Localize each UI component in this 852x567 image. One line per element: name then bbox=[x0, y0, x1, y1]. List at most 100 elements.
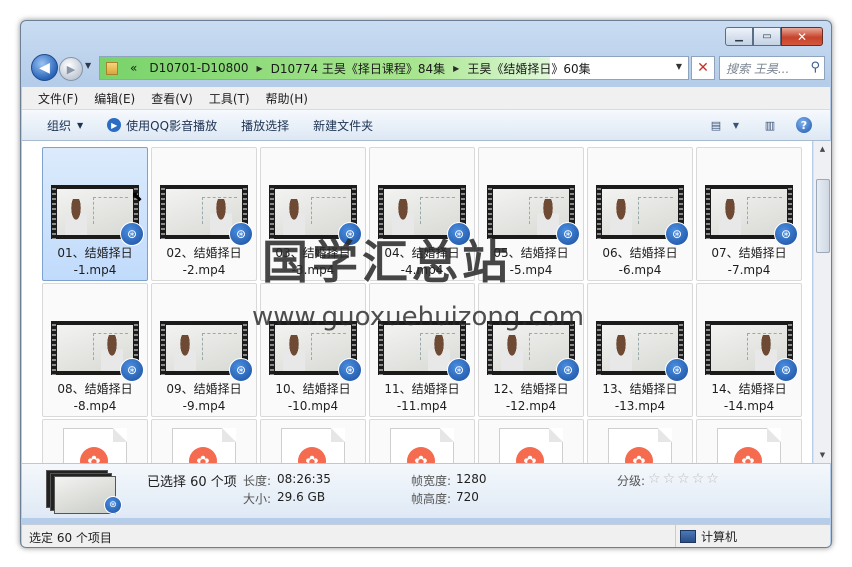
maximize-button[interactable]: ▭ bbox=[753, 27, 781, 46]
file-item[interactable]: ⊛ 02、结婚择日 -2.mp4 bbox=[151, 147, 257, 281]
menu-file[interactable]: 文件(F) bbox=[38, 90, 78, 107]
menu-edit[interactable]: 编辑(E) bbox=[94, 90, 135, 107]
address-dropdown-icon[interactable]: ▼ bbox=[676, 62, 682, 71]
video-badge-icon: ⊛ bbox=[229, 358, 253, 382]
selection-count: 已选择 60 个项 bbox=[147, 475, 237, 490]
search-icon[interactable]: ⚲ bbox=[810, 60, 820, 75]
file-name: 12、结婚择日 -12.mp4 bbox=[493, 382, 569, 413]
breadcrumb-item-2[interactable]: D10774 王昊《择日课程》84集 bbox=[271, 60, 446, 77]
page-fold bbox=[222, 428, 236, 442]
page-fold bbox=[331, 428, 345, 442]
file-item[interactable]: ⊛ 01、结婚择日 -1.mp4 bbox=[42, 147, 148, 281]
size-label: 大小: bbox=[243, 492, 272, 506]
media-file-icon: ✿ bbox=[172, 428, 236, 463]
rating-star-icon[interactable]: ☆ bbox=[663, 472, 676, 486]
file-item[interactable]: ✿ bbox=[696, 419, 802, 463]
search-box[interactable]: 搜索 王昊... ⚲ bbox=[719, 56, 825, 80]
qq-player-logo-icon: ✿ bbox=[516, 447, 544, 463]
file-name: 06、结婚择日 -6.mp4 bbox=[602, 246, 678, 277]
media-file-icon: ✿ bbox=[608, 428, 672, 463]
file-item[interactable]: ⊛ 09、结婚择日 -9.mp4 bbox=[151, 283, 257, 417]
stop-button[interactable]: ✕ bbox=[691, 56, 715, 80]
address-bar[interactable]: « D10701-D10800 ▶ D10774 王昊《择日课程》84集 ▶ 王… bbox=[99, 56, 689, 80]
video-badge-icon: ⊛ bbox=[774, 358, 798, 382]
presenter bbox=[719, 199, 741, 235]
recent-pages-dropdown[interactable]: ▼ bbox=[85, 61, 91, 70]
search-input[interactable]: 搜索 王昊... bbox=[726, 60, 789, 77]
video-badge-icon: ⊛ bbox=[556, 222, 580, 246]
frame-width-label: 帧宽度: bbox=[411, 474, 452, 488]
breadcrumb-overflow[interactable]: « bbox=[130, 61, 137, 75]
play-with-qq-button[interactable]: ▶ 使用QQ影音播放 bbox=[107, 117, 217, 134]
file-name: 02、结婚择日 -2.mp4 bbox=[166, 246, 242, 277]
file-item[interactable]: ✿ bbox=[42, 419, 148, 463]
file-name: 07、结婚择日 -7.mp4 bbox=[711, 246, 787, 277]
file-item[interactable]: ⊛ 13、结婚择日 -13.mp4 bbox=[587, 283, 693, 417]
file-item[interactable]: ⊛ 08、结婚择日 -8.mp4 bbox=[42, 283, 148, 417]
mouse-cursor-icon: ⬉ bbox=[131, 189, 143, 205]
rating-star-icon[interactable]: ☆ bbox=[648, 472, 661, 486]
menu-view[interactable]: 查看(V) bbox=[151, 90, 193, 107]
menu-help[interactable]: 帮助(H) bbox=[266, 90, 308, 107]
status-selection-text: 选定 60 个项目 bbox=[29, 531, 112, 545]
play-selection-button[interactable]: 播放选择 bbox=[241, 117, 289, 134]
whiteboard bbox=[93, 197, 128, 224]
back-button[interactable]: ◀ bbox=[31, 54, 58, 81]
scrollbar-thumb[interactable] bbox=[816, 179, 830, 253]
file-item[interactable]: ✿ bbox=[587, 419, 693, 463]
play-with-qq-label: 使用QQ影音播放 bbox=[126, 118, 218, 133]
rating-stars[interactable]: ☆ ☆ ☆ ☆ ☆ bbox=[648, 472, 721, 486]
preview-pane-icon[interactable]: ▥ bbox=[762, 118, 778, 132]
file-item[interactable]: ✿ bbox=[151, 419, 257, 463]
menu-tools[interactable]: 工具(T) bbox=[209, 90, 250, 107]
rating-star-icon[interactable]: ☆ bbox=[706, 472, 719, 486]
file-name: 09、结婚择日 -9.mp4 bbox=[166, 382, 242, 413]
media-file-icon: ✿ bbox=[717, 428, 781, 463]
file-name: 01、结婚择日 -1.mp4 bbox=[57, 246, 133, 277]
file-item[interactable]: ⊛ 14、结婚择日 -14.mp4 bbox=[696, 283, 802, 417]
new-folder-button[interactable]: 新建文件夹 bbox=[313, 117, 373, 134]
page-fold bbox=[113, 428, 127, 442]
video-badge-icon: ⊛ bbox=[665, 222, 689, 246]
breadcrumb-item-3[interactable]: 王昊《结婚择日》60集 bbox=[467, 60, 590, 77]
file-item[interactable]: ⊛ 06、结婚择日 -6.mp4 bbox=[587, 147, 693, 281]
qq-player-logo-icon: ✿ bbox=[625, 447, 653, 463]
file-item[interactable]: ✿ bbox=[260, 419, 366, 463]
minimize-button[interactable]: ▁ bbox=[725, 27, 753, 46]
forward-button[interactable]: ▶ bbox=[59, 57, 83, 81]
command-bar-right: ▤ ▼ ▥ ? bbox=[708, 110, 830, 140]
qq-player-logo-icon: ✿ bbox=[407, 447, 435, 463]
breadcrumb-item-1[interactable]: D10701-D10800 bbox=[149, 61, 248, 75]
caption-buttons: ▁ ▭ ✕ bbox=[725, 27, 823, 46]
scroll-up-icon[interactable]: ▲ bbox=[814, 141, 831, 157]
whiteboard bbox=[747, 197, 782, 224]
file-name: 10、结婚择日 -10.mp4 bbox=[275, 382, 351, 413]
file-item[interactable]: ✿ bbox=[369, 419, 475, 463]
qq-player-logo-icon: ✿ bbox=[80, 447, 108, 463]
film-perforation bbox=[597, 321, 601, 375]
size-value: 29.6 GB bbox=[277, 490, 326, 504]
details-pane: ⊛ 已选择 60 个项 长度: 08:26:35 大小: 29.6 GB 帧宽度… bbox=[22, 463, 830, 518]
rating-star-icon[interactable]: ☆ bbox=[677, 472, 690, 486]
views-icon[interactable]: ▤ bbox=[708, 118, 724, 132]
whiteboard bbox=[638, 197, 673, 224]
file-item[interactable]: ⊛ 07、结婚择日 -7.mp4 bbox=[696, 147, 802, 281]
status-location-label: 计算机 bbox=[701, 529, 738, 544]
close-button[interactable]: ✕ bbox=[781, 27, 823, 46]
video-badge-icon: ⊛ bbox=[104, 496, 122, 514]
views-dropdown-icon[interactable]: ▼ bbox=[728, 118, 744, 132]
file-item[interactable]: ✿ bbox=[478, 419, 584, 463]
vertical-scrollbar[interactable]: ▲ ▼ bbox=[813, 141, 831, 463]
file-name: 11、结婚择日 -11.mp4 bbox=[384, 382, 460, 413]
scroll-down-icon[interactable]: ▼ bbox=[814, 447, 831, 463]
breadcrumb-separator-icon[interactable]: ▶ bbox=[257, 64, 263, 73]
page-fold bbox=[658, 428, 672, 442]
frame-width-value: 1280 bbox=[456, 472, 487, 486]
help-icon[interactable]: ? bbox=[796, 117, 812, 133]
presenter bbox=[283, 335, 305, 371]
organize-button[interactable]: 组织 ▼ bbox=[47, 117, 83, 134]
breadcrumb-separator-icon[interactable]: ▶ bbox=[453, 64, 459, 73]
rating-star-icon[interactable]: ☆ bbox=[692, 472, 705, 486]
whiteboard bbox=[311, 197, 346, 224]
presenter bbox=[174, 335, 196, 371]
